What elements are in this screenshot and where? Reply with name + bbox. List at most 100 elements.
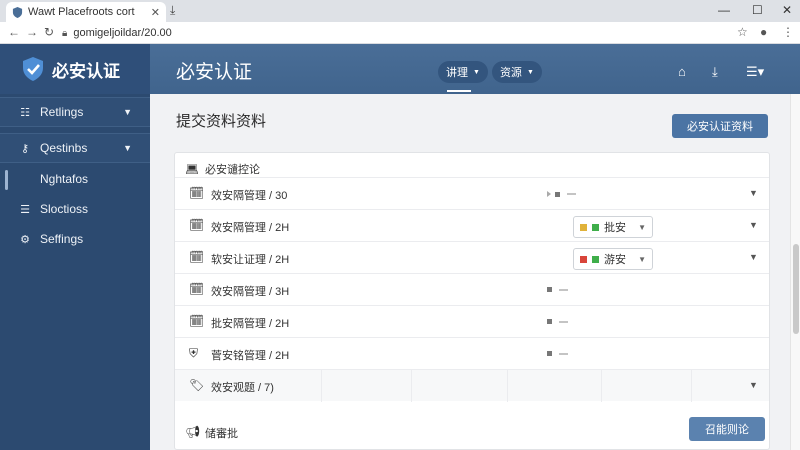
sidebar-item-label: Sloctioss [40, 202, 89, 216]
cell-divider [601, 370, 602, 402]
browser-tab-bar: Wawt Placefroots cort ✕ ⤓ — ☐ ✕ [0, 0, 800, 22]
status-square-icon [555, 191, 560, 197]
status-dot-red [580, 255, 587, 263]
close-tab-icon[interactable]: ✕ [151, 6, 160, 19]
sidebar-item-nghtafos[interactable]: Nghtafos [0, 164, 150, 194]
back-icon[interactable]: ← [8, 25, 20, 39]
chevron-down-icon[interactable]: ▼ [749, 252, 758, 262]
status-dash [567, 193, 576, 195]
browser-tab-title: Wawt Placefroots cort [28, 6, 135, 18]
megaphone-icon: 📢︎ [185, 425, 201, 439]
active-menu-indicator [447, 90, 471, 92]
sidebar-item-retlings[interactable]: ☷ Retlings ▼ [0, 97, 150, 127]
list-item-label: 软安让证理 / 2H [211, 254, 290, 266]
sidebar-item-seffings[interactable]: ⚙ Seffings [0, 224, 150, 254]
app-header: 必安认证 必安认证 讲理 ▼ 资源 ▼ ⌂ ⤓ ☰▾ [0, 44, 800, 94]
calendar-icon: 🗓︎ [189, 314, 205, 328]
new-tab-icon[interactable]: ⤓ [170, 3, 175, 18]
main-content: 提交资料资料 必安认证资料 💻︎ 必安谴控论 🗓︎ 效安隔管理 / 30 ▼ 🗓… [150, 94, 800, 450]
reload-icon[interactable]: ↻ [44, 25, 54, 39]
chevron-down-icon: ▼ [123, 107, 132, 117]
footer-label: 储審批 [205, 428, 238, 440]
menu-resources-label: 资源 [499, 67, 522, 79]
sidebar-item-label: Qestinbs [40, 141, 88, 155]
footer-action-button[interactable]: 召能则论 [689, 417, 765, 441]
chevron-down-icon[interactable]: ▼ [749, 220, 758, 230]
browser-tab[interactable]: Wawt Placefroots cort ✕ [6, 2, 166, 22]
status-square-icon [547, 287, 552, 292]
header-title: 必安认证 [176, 62, 253, 83]
close-window-icon[interactable]: ✕ [782, 3, 792, 17]
status-dropdown[interactable]: 批安 ▼ [573, 216, 653, 238]
list-item[interactable]: 🗓︎ 批安隔管理 / 2H [175, 305, 769, 337]
download-icon[interactable]: ⤓ [712, 64, 718, 80]
sidebar-item-sloctioss[interactable]: ☰ Sloctioss [0, 194, 150, 224]
list-menu-icon[interactable]: ☰▾ [746, 64, 764, 80]
sidebar-item-label: Retlings [40, 105, 84, 119]
chevron-down-icon: ▼ [123, 143, 132, 153]
calendar-icon: 🗓︎ [189, 282, 205, 296]
status-indicator [547, 191, 576, 197]
calendar-icon: 🗓︎ [189, 186, 205, 200]
menu-manage[interactable]: 讲理 ▼ [438, 61, 488, 83]
list-item[interactable]: 🏷︎ 效安观题 / 7) ▼ [175, 369, 769, 402]
maximize-icon[interactable]: ☐ [752, 3, 763, 17]
forward-icon[interactable]: → [26, 25, 38, 39]
status-dropdown-value: 游安 [604, 254, 626, 266]
status-dropdown-value: 批安 [604, 222, 626, 234]
calendar-icon: 🗓︎ [189, 250, 205, 264]
more-menu-icon[interactable]: ⋮ [782, 25, 794, 39]
profile-icon[interactable]: ● [760, 25, 767, 39]
list-item-label: 效安隔管理 / 30 [211, 190, 288, 202]
cell-divider [691, 370, 692, 402]
scrollbar[interactable] [790, 94, 800, 450]
status-dot-yellow [580, 223, 587, 231]
certification-card: 💻︎ 必安谴控论 🗓︎ 效安隔管理 / 30 ▼ 🗓︎ 效安隔管理 / 2H 批… [174, 152, 770, 450]
caret-down-icon: ▼ [473, 68, 480, 76]
status-indicator [547, 351, 568, 356]
status-dot-green [592, 223, 599, 231]
list-item[interactable]: 🗓︎ 软安让证理 / 2H 游安 ▼ ▼ [175, 241, 769, 273]
play-icon [547, 191, 551, 197]
brand[interactable]: 必安认证 [0, 44, 150, 94]
list-item[interactable]: 🗓︎ 效安隔管理 / 3H [175, 273, 769, 305]
sidebar-item-label: Nghtafos [40, 172, 89, 186]
url-field[interactable]: 🔒︎ gomigeljoildar/20.00 [62, 25, 722, 41]
home-icon[interactable]: ⌂ [678, 64, 686, 79]
sidebar: ☷ Retlings ▼ ⚷ Qestinbs ▼ Nghtafos ☰ Slo… [0, 94, 150, 450]
star-icon[interactable]: ☆ [737, 25, 748, 39]
cell-divider [507, 370, 508, 402]
submit-certification-button[interactable]: 必安认证资料 [672, 114, 768, 138]
list-item[interactable]: 🗓︎ 效安隔管理 / 2H 批安 ▼ ▼ [175, 209, 769, 241]
chevron-down-icon[interactable]: ▼ [749, 380, 758, 390]
sidebar-item-qestinbs[interactable]: ⚷ Qestinbs ▼ [0, 133, 150, 163]
minimize-icon[interactable]: — [718, 3, 730, 17]
list-item-label: 效安观题 / 7) [211, 382, 274, 394]
card-footer: 📢︎ 储審批 召能则论 [175, 413, 769, 449]
shield-check-icon [23, 57, 43, 81]
tag-icon: 🏷︎ [189, 378, 205, 392]
chevron-down-icon[interactable]: ▼ [749, 188, 758, 198]
list-item[interactable]: ⛨ 菅安铭管理 / 2H [175, 337, 769, 369]
list-item-label: 菅安铭管理 / 2H [211, 350, 290, 362]
status-dot-green [592, 255, 599, 263]
list-item[interactable]: 🗓︎ 效安隔管理 / 30 ▼ [175, 177, 769, 209]
gear-icon: ⚙ [20, 233, 30, 246]
calendar-icon: 🗓︎ [189, 218, 205, 232]
brand-name: 必安认证 [52, 61, 120, 81]
key-icon: ⚷ [20, 142, 30, 155]
status-dash [559, 352, 568, 355]
list-icon: ☷ [20, 106, 30, 119]
cell-divider [411, 370, 412, 402]
status-dash [559, 320, 568, 323]
list-item-label: 效安隔管理 / 3H [211, 286, 290, 298]
url-text: gomigeljoildar/20.00 [73, 27, 172, 39]
scrollbar-thumb[interactable] [793, 244, 799, 334]
cell-divider [321, 370, 322, 402]
card-header-label: 必安谴控论 [204, 164, 260, 176]
status-dropdown[interactable]: 游安 ▼ [573, 248, 653, 270]
shield-icon: ⛨ [189, 346, 199, 360]
status-indicator [547, 319, 568, 324]
status-square-icon [547, 351, 552, 356]
menu-resources[interactable]: 资源 ▼ [491, 61, 542, 83]
